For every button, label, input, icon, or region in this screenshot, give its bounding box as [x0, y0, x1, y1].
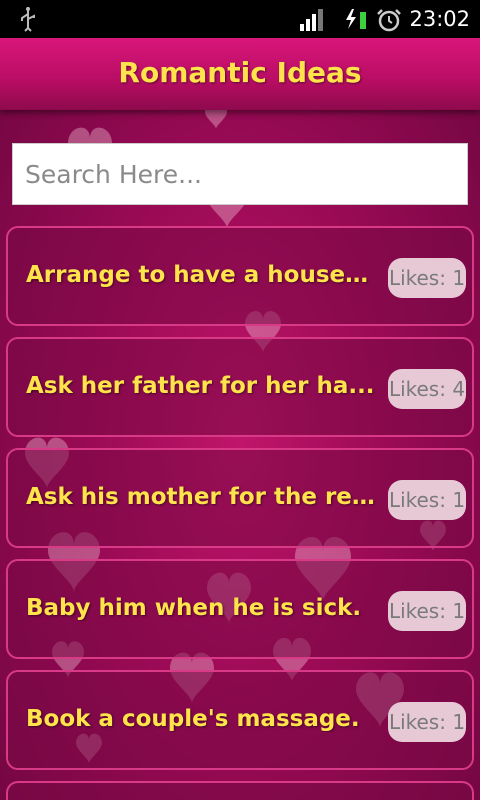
page-title: Romantic Ideas — [118, 56, 362, 89]
likes-badge: Likes: 1 — [388, 591, 466, 631]
likes-badge: Likes: 1 — [388, 258, 466, 298]
list-item[interactable]: Arrange to have a house ... Likes: 1 — [6, 226, 474, 326]
list-item-partial[interactable] — [6, 781, 474, 800]
list-item[interactable]: Book a couple's massage. Likes: 1 — [6, 670, 474, 770]
list-item[interactable]: Ask his mother for the re... Likes: 1 — [6, 448, 474, 548]
idea-title: Ask her father for her ha... — [26, 373, 375, 399]
idea-title: Baby him when he is sick. — [26, 595, 362, 621]
likes-badge: Likes: 1 — [388, 702, 466, 742]
search-box[interactable] — [12, 143, 468, 205]
list-item[interactable]: Ask her father for her ha... Likes: 4 — [6, 337, 474, 437]
search-input[interactable] — [13, 144, 467, 204]
app-header: Romantic Ideas — [0, 38, 480, 110]
likes-badge: Likes: 4 — [388, 369, 466, 409]
idea-title: Ask his mother for the re... — [26, 484, 376, 510]
list-item[interactable]: Baby him when he is sick. Likes: 1 — [6, 559, 474, 659]
likes-badge: Likes: 1 — [388, 480, 466, 520]
idea-title: Arrange to have a house ... — [26, 262, 376, 288]
idea-title: Book a couple's massage. — [26, 706, 360, 732]
